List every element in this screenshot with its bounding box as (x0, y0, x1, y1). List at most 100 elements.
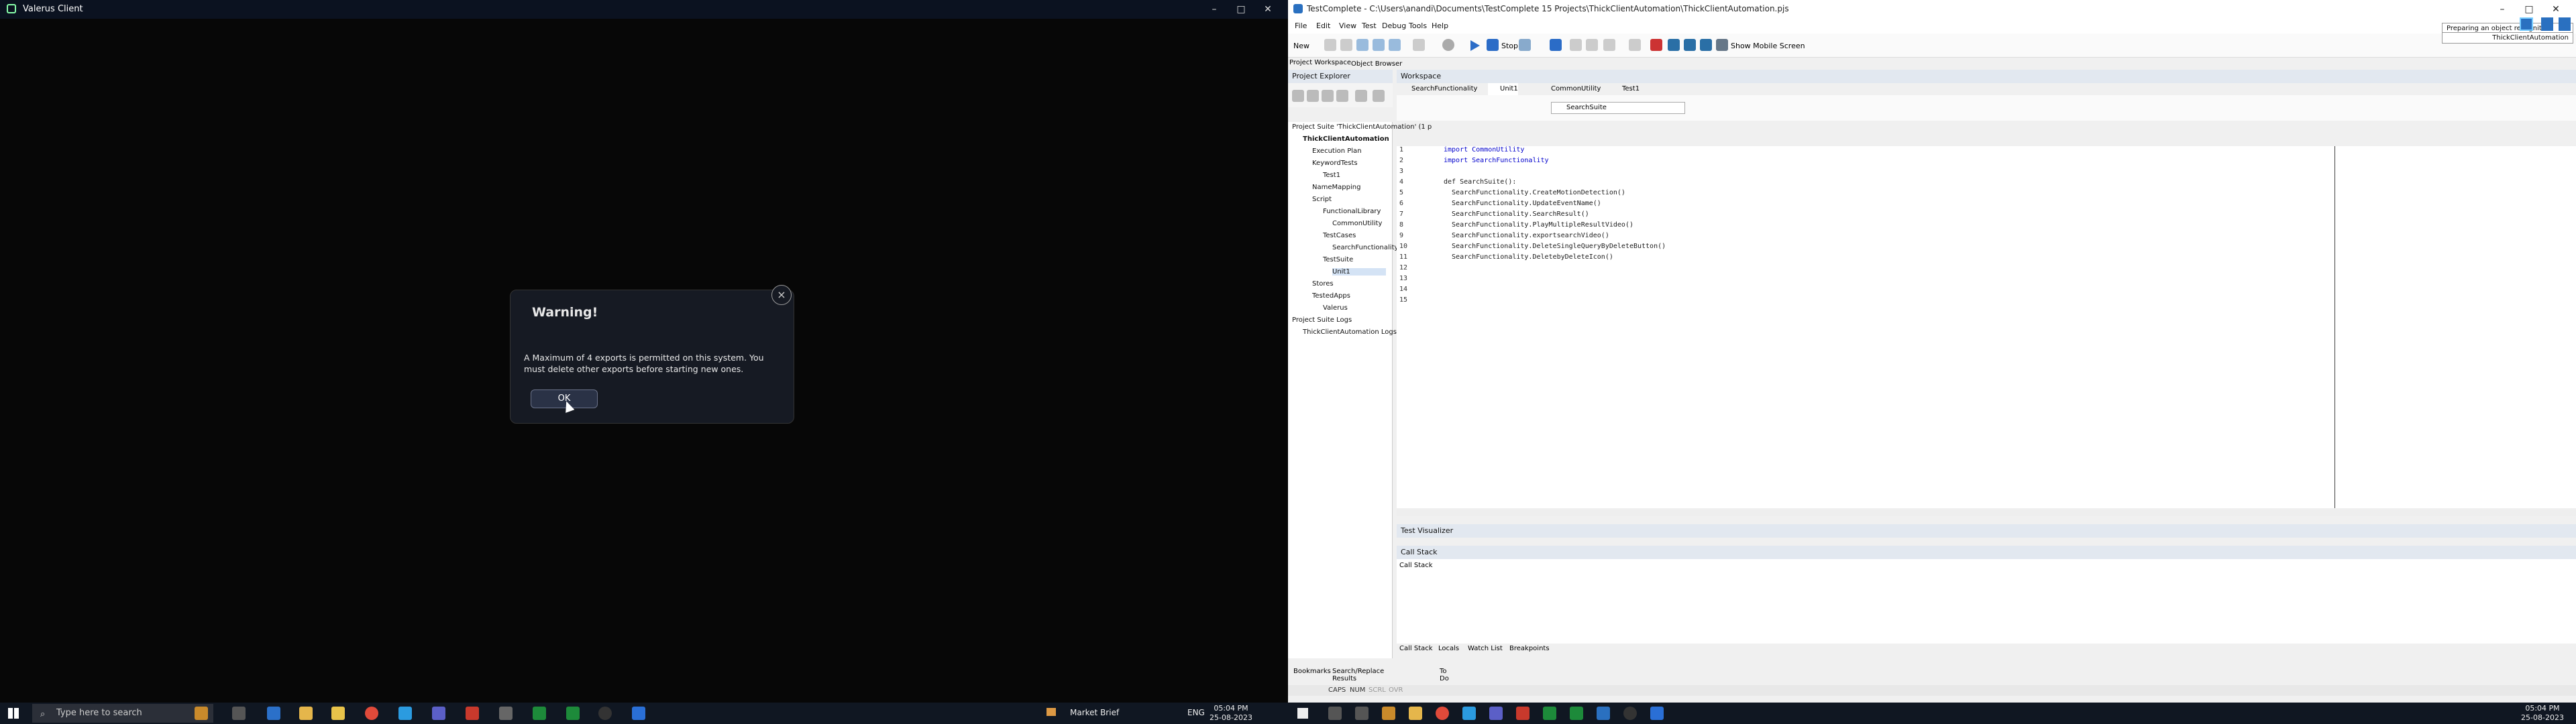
search-icon[interactable] (1328, 707, 1342, 720)
app-icon[interactable] (466, 707, 479, 720)
tab-object-browser[interactable]: Object Browser (1351, 60, 1402, 68)
edge-icon[interactable] (1462, 707, 1476, 720)
tree-item-unit1[interactable]: Unit1 (1332, 268, 1386, 276)
toolbar-icon[interactable] (1373, 39, 1385, 51)
dialog-close-icon[interactable]: × (771, 285, 792, 305)
tab-breakpoints[interactable]: Breakpoints (1509, 645, 1550, 652)
maximize-button[interactable]: □ (1228, 2, 1254, 17)
menu-file[interactable]: File (1295, 21, 1307, 30)
pause-recording-icon[interactable] (2541, 17, 2553, 31)
tab-call-stack[interactable]: Call Stack (1399, 645, 1433, 652)
tree-item-valerus[interactable]: Valerus (1323, 304, 1348, 312)
toolbar-icon[interactable] (1668, 39, 1680, 51)
teams-icon[interactable] (1489, 707, 1503, 720)
file-explorer-icon[interactable] (299, 707, 313, 720)
tree-item-script[interactable]: Script (1312, 196, 1332, 203)
valerus-icon[interactable] (1650, 707, 1664, 720)
tree-item-logs[interactable]: ThickClientAutomation Logs (1303, 328, 1397, 336)
toolbar-icon[interactable] (1650, 39, 1662, 51)
stop-recording-icon[interactable] (2559, 17, 2571, 31)
routine-dropdown[interactable]: SearchSuite (1551, 102, 1685, 114)
close-button[interactable]: ✕ (2542, 2, 2569, 17)
toolbar-icon[interactable] (1322, 90, 1334, 102)
tab-search-replace[interactable]: Search/Replace Results (1332, 668, 1393, 682)
chat-icon[interactable] (1623, 707, 1637, 720)
toolbar-icon[interactable] (1336, 90, 1348, 102)
toolbar-icon[interactable] (1413, 39, 1425, 51)
toolbar-icon[interactable] (1307, 90, 1319, 102)
minimize-button[interactable]: – (2489, 2, 2516, 17)
tree-item-test1[interactable]: Test1 (1323, 172, 1340, 179)
chrome-icon[interactable] (1436, 707, 1449, 720)
app-icon[interactable] (499, 707, 513, 720)
tree-item-testcases[interactable]: TestCases (1323, 232, 1356, 239)
chat-icon[interactable] (598, 707, 612, 720)
clock-time[interactable]: 05:04 PM (2516, 704, 2569, 713)
tree-item-testedapps[interactable]: TestedApps (1312, 292, 1350, 300)
clock-date[interactable]: 25-08-2023 (2516, 713, 2569, 722)
pause-icon[interactable] (1550, 39, 1562, 51)
open-icon[interactable] (1324, 39, 1336, 51)
toolbar-icon[interactable] (1292, 90, 1304, 102)
windows-start-icon[interactable] (1297, 708, 1308, 719)
taskbar-search-input[interactable]: Type here to search (32, 704, 213, 723)
file-explorer-icon[interactable] (1409, 707, 1422, 720)
windows-start-icon[interactable] (8, 708, 19, 719)
task-view-icon[interactable] (232, 707, 246, 720)
tree-item-stores[interactable]: Stores (1312, 280, 1334, 288)
new-button[interactable]: New (1293, 42, 1309, 50)
mobile-icon[interactable] (1716, 39, 1728, 51)
tab-test1[interactable]: Test1 (1610, 83, 1640, 95)
tab-project-workspace[interactable]: Project Workspace (1289, 59, 1351, 66)
tree-item-testsuite[interactable]: TestSuite (1323, 256, 1353, 263)
stop-icon[interactable] (1487, 39, 1499, 51)
tree-item-execution-plan[interactable]: Execution Plan (1312, 147, 1362, 155)
language-indicator[interactable]: ENG (1187, 708, 1205, 717)
app-icon[interactable] (1516, 707, 1529, 720)
tab-unit1[interactable]: Unit1 (1488, 83, 1518, 95)
recorder-icon[interactable] (2520, 17, 2533, 31)
tab-locals[interactable]: Locals (1438, 645, 1459, 652)
toolbar-icon[interactable] (1700, 39, 1712, 51)
stop-label[interactable]: Stop (1501, 42, 1518, 50)
tab-searchfunctionality[interactable]: SearchFunctionality (1399, 83, 1477, 95)
tab-watch-list[interactable]: Watch List (1468, 645, 1503, 652)
close-button[interactable]: ✕ (1254, 2, 1281, 17)
run-icon[interactable] (1470, 40, 1480, 51)
test-visualizer-header[interactable]: Test Visualizer (1397, 524, 2576, 538)
clock-date[interactable]: 25-08-2023 (1208, 713, 1254, 722)
app-icon[interactable] (1382, 707, 1395, 720)
task-view-icon[interactable] (1355, 707, 1368, 720)
maximize-button[interactable]: □ (2516, 2, 2542, 17)
edge-icon[interactable] (267, 707, 280, 720)
toolbar-icon[interactable] (1373, 90, 1385, 102)
tree-item-functionallibrary[interactable]: FunctionalLibrary (1323, 208, 1381, 215)
weather-text[interactable]: Market Brief (1070, 708, 1119, 717)
tree-item-commonutility[interactable]: CommonUtility (1332, 220, 1382, 227)
app-icon[interactable] (1597, 707, 1610, 720)
menu-view[interactable]: View (1339, 21, 1356, 30)
teams-icon[interactable] (432, 707, 445, 720)
horizontal-scrollbar[interactable] (1397, 509, 2576, 516)
code-editor[interactable]: 1 2 3 4 5 6 7 8 9 10 11 12 13 14 15 impo… (1397, 146, 2576, 508)
clock-time[interactable]: 05:04 PM (1208, 704, 1254, 713)
toolbar-icon[interactable] (1389, 39, 1401, 51)
menu-edit[interactable]: Edit (1316, 21, 1330, 30)
excel-icon[interactable] (566, 707, 580, 720)
tree-item-keywordtests[interactable]: KeywordTests (1312, 160, 1358, 167)
toolbar-icon[interactable] (1586, 39, 1598, 51)
app-icon[interactable] (1543, 707, 1556, 720)
toolbar-icon[interactable] (1684, 39, 1696, 51)
edge-dev-icon[interactable] (398, 707, 412, 720)
tab-to-do[interactable]: To Do (1440, 668, 1449, 682)
save-icon[interactable] (1340, 39, 1352, 51)
toolbar-icon[interactable] (1629, 39, 1641, 51)
menu-test[interactable]: Test (1362, 21, 1377, 30)
menu-tools[interactable]: Tools (1409, 21, 1427, 30)
tree-item-project-suite[interactable]: Project Suite 'ThickClientAutomation' (1… (1292, 123, 1432, 131)
tab-commonutility[interactable]: CommonUtility (1539, 83, 1601, 95)
tree-item-searchfunctionality[interactable]: SearchFunctionality (1332, 244, 1398, 251)
toolbar-icon[interactable] (1519, 39, 1531, 51)
tab-bookmarks[interactable]: Bookmarks (1293, 668, 1331, 675)
minimize-button[interactable]: – (1201, 2, 1228, 17)
